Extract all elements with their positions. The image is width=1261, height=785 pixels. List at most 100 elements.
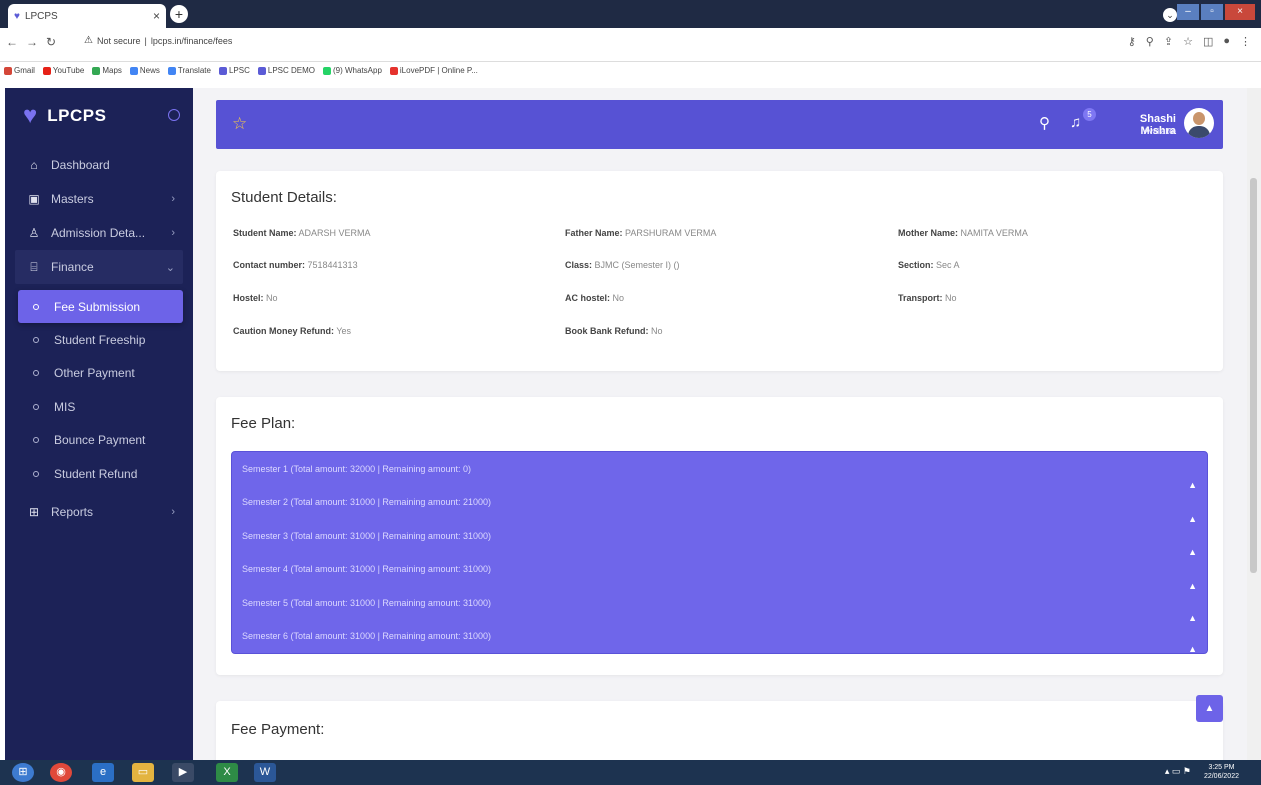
fee-plan-row-semester-2[interactable]: Semester 2 (Total amount: 31000 | Remain… (242, 497, 491, 507)
caret-up-icon[interactable]: ▲ (1188, 644, 1197, 654)
address-actions: ⚷ ⚲ ⇪ ☆ ◫ ● ⋮ (1128, 35, 1251, 48)
address-bar: ← → ↻ ⚠ Not secure | lpcps.in/finance/fe… (0, 28, 1261, 62)
field-class: Class: BJMC (Semester I) () (565, 260, 680, 270)
sidebar-item-masters[interactable]: ▣ Masters › (5, 182, 193, 216)
sidebar-item-dashboard[interactable]: ⌂ Dashboard (5, 148, 193, 182)
bookmark-whatsapp[interactable]: (9) WhatsApp (323, 66, 382, 75)
new-tab-button[interactable]: + (170, 5, 188, 23)
bookmark-maps[interactable]: Maps (92, 66, 122, 75)
excel-icon[interactable]: X (216, 763, 238, 782)
profile-icon[interactable]: ● (1223, 35, 1230, 48)
field-caution-money-refund: Caution Money Refund: Yes (233, 326, 352, 336)
chevron-down-icon: ⌄ (165, 261, 175, 274)
caret-up-icon[interactable]: ▲ (1188, 514, 1197, 524)
field-ac-hostel: AC hostel: No (565, 293, 625, 303)
sidebar-subitem-student-freeship[interactable]: Student Freeship (5, 323, 193, 357)
sidebar-subitem-other-payment[interactable]: Other Payment (5, 357, 193, 391)
top-navbar: ☆ ⚲ ♫ 5 Shashi Mishra Available (216, 100, 1223, 149)
zoom-icon[interactable]: ⚲ (1146, 35, 1154, 48)
fee-plan-accordion: Semester 1 (Total amount: 32000 | Remain… (231, 451, 1208, 654)
browser-tab[interactable]: ♥ LPCPS × (8, 4, 166, 28)
sidebar-subitem-mis[interactable]: MIS (5, 390, 193, 424)
scroll-to-top-button[interactable]: ▲ (1196, 695, 1223, 722)
sidebar-item-reports[interactable]: ⊞ Reports › (5, 495, 193, 529)
field-student-name: Student Name: ADARSH VERMA (233, 228, 371, 238)
screen: ♥ LPCPS × + ⌄ – ▫ × ← → ↻ ⚠ Not secure |… (0, 0, 1261, 785)
sidepanel-icon[interactable]: ◫ (1203, 35, 1213, 48)
sidebar-item-finance[interactable]: ⌸ Finance ⌄ (15, 250, 183, 284)
bookmark-lpsc-demo[interactable]: LPSC DEMO (257, 66, 315, 75)
bookmark-lpsc[interactable]: LPSC (218, 66, 250, 75)
search-icon[interactable]: ⚲ (1039, 114, 1050, 132)
caret-up-icon[interactable]: ▲ (1188, 547, 1197, 557)
sidebar-toggle-icon[interactable] (168, 109, 180, 121)
field-book-bank-refund: Book Bank Refund: No (565, 326, 663, 336)
reload-icon[interactable]: ↻ (46, 35, 56, 49)
minimize-icon[interactable]: – (1177, 4, 1199, 20)
media-icon[interactable]: ▶ (172, 763, 194, 782)
fee-plan-title: Fee Plan: (231, 415, 296, 432)
fee-plan-row-semester-3[interactable]: Semester 3 (Total amount: 31000 | Remain… (242, 531, 491, 541)
sidebar-subitem-bounce-payment[interactable]: Bounce Payment (5, 424, 193, 458)
bookmark-ilovepdf[interactable]: iLovePDF | Online P... (389, 66, 478, 75)
maximize-icon[interactable]: ▫ (1201, 4, 1223, 20)
system-tray[interactable]: ▴ ▭ ⚑ (1165, 766, 1191, 777)
folder-icon[interactable]: ▭ (132, 763, 154, 782)
user-status: Available (1143, 127, 1176, 136)
menu-dots-icon[interactable]: ⋮ (1240, 35, 1251, 48)
fee-payment-title: Fee Payment: (231, 721, 325, 738)
bookmark-translate[interactable]: Translate (167, 66, 211, 75)
tab-title: LPCPS (24, 10, 58, 22)
home-icon: ⌂ (30, 158, 38, 172)
bookmark-star-icon[interactable]: ☆ (1183, 35, 1193, 48)
fee-plan-row-semester-5[interactable]: Semester 5 (Total amount: 31000 | Remain… (242, 598, 491, 608)
bookmark-news[interactable]: News (129, 66, 160, 75)
url-warning: Not secure (96, 35, 141, 46)
brand[interactable]: ♥ LPCPS (23, 104, 106, 128)
bookmark-gmail[interactable]: Gmail (4, 66, 35, 75)
back-icon[interactable]: ← (6, 35, 18, 49)
caret-up-icon[interactable]: ▲ (1188, 480, 1197, 490)
window-controls: – ▫ × (1177, 4, 1255, 20)
sidebar-item-admission[interactable]: ♙ Admission Deta... › (5, 216, 193, 250)
bookmark-youtube[interactable]: YouTube (42, 66, 84, 75)
start-button-icon[interactable]: ⊞ (12, 763, 34, 782)
circle-icon (33, 437, 39, 444)
field-section: Section: Sec A (898, 260, 960, 270)
word-icon[interactable]: W (254, 763, 276, 782)
bell-icon[interactable]: ♫ (1070, 114, 1081, 131)
fee-plan-card: Fee Plan: Semester 1 (Total amount: 3200… (216, 397, 1223, 675)
chevron-right-icon: › (171, 193, 175, 205)
caret-up-icon[interactable]: ▲ (1188, 581, 1197, 591)
page-scrollbar[interactable] (1247, 88, 1261, 760)
share-icon[interactable]: ⇪ (1164, 35, 1173, 48)
fee-plan-row-semester-6[interactable]: Semester 6 (Total amount: 31000 | Remain… (242, 631, 491, 641)
avatar[interactable] (1184, 108, 1214, 138)
fee-payment-card: Fee Payment: (216, 701, 1223, 760)
notification-badge: 5 (1083, 108, 1096, 121)
chrome-icon[interactable]: ◉ (50, 763, 72, 782)
fee-plan-row-semester-4[interactable]: Semester 4 (Total amount: 31000 | Remain… (242, 564, 491, 574)
chrome-menu-icon[interactable]: ⌄ (1163, 8, 1177, 22)
field-mother-name: Mother Name: NAMITA VERMA (898, 228, 1028, 238)
brand-name: LPCPS (47, 106, 107, 125)
field-contact: Contact number: 7518441313 (233, 260, 358, 270)
browser-tab-bar: ♥ LPCPS × + ⌄ – ▫ × (0, 0, 1261, 28)
bookmarks-bar: Gmail YouTube Maps News Translate LPSC L… (4, 66, 478, 75)
sidebar-subitem-fee-submission[interactable]: Fee Submission (18, 290, 183, 323)
url-field[interactable]: ⚠ Not secure | lpcps.in/finance/fees (84, 35, 232, 46)
chevron-right-icon: › (171, 505, 175, 518)
star-icon[interactable]: ☆ (232, 114, 247, 134)
sidebar: ♥ LPCPS ⌂ Dashboard ▣ Masters › ♙ Admiss… (5, 88, 193, 760)
caret-up-icon[interactable]: ▲ (1188, 613, 1197, 623)
forward-icon[interactable]: → (26, 35, 38, 49)
close-tab-icon[interactable]: × (153, 9, 160, 23)
fee-plan-row-semester-1[interactable]: Semester 1 (Total amount: 32000 | Remain… (242, 464, 471, 474)
scrollbar-thumb[interactable] (1250, 178, 1257, 573)
clock[interactable]: 3:25 PM 22/06/2022 (1204, 763, 1239, 781)
sidebar-subitem-student-refund[interactable]: Student Refund (5, 457, 193, 491)
close-window-icon[interactable]: × (1225, 4, 1255, 20)
url-text: lpcps.in/finance/fees (150, 35, 233, 46)
ie-icon[interactable]: e (92, 763, 114, 782)
key-icon[interactable]: ⚷ (1128, 35, 1136, 48)
